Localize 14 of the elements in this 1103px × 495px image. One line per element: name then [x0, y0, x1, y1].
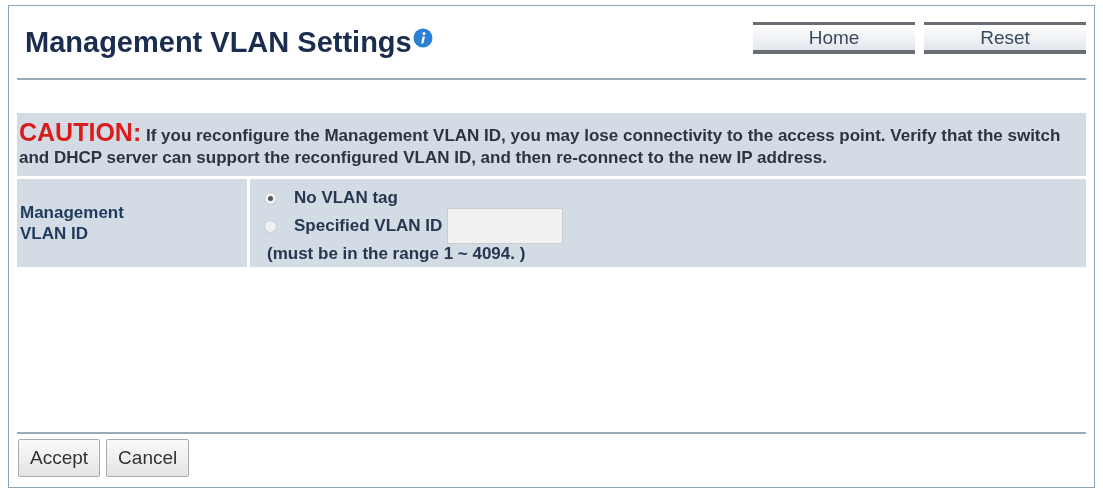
page-title: Management VLAN Settings	[25, 25, 412, 59]
option-label: Specified VLAN ID	[294, 216, 443, 236]
info-icon[interactable]	[412, 28, 433, 48]
form-button[interactable]: Cancel	[106, 439, 190, 477]
range-hint: (must be in the range 1 ~ 4094. )	[266, 244, 527, 264]
nav-button[interactable]: Reset	[924, 22, 1086, 54]
form-button[interactable]: Accept	[18, 439, 101, 477]
radio-button[interactable]	[264, 191, 277, 205]
setting-label: Management VLAN ID	[20, 202, 125, 244]
nav-button[interactable]: Home	[753, 22, 915, 54]
caution-message: CAUTION: If you reconfigure the Management VLAN ID, you may lose connectivity to the access point. Verify that the switch and DHCP server can support the reconfigured VLAN ID, and then re-connect to the new IP address.	[19, 121, 1062, 169]
radio-button[interactable]	[264, 219, 277, 233]
option-label: No VLAN tag	[294, 188, 398, 208]
vlan-id-field[interactable]	[447, 208, 564, 244]
